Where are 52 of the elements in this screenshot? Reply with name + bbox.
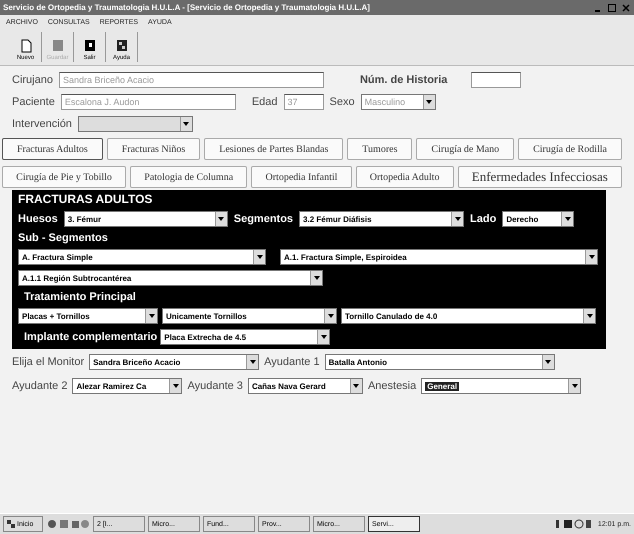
panel-title: FRACTURAS ADULTOS: [18, 192, 154, 206]
field-label: Elija el Monitor: [12, 356, 84, 368]
dropdown[interactable]: Sandra Briceño Acacio: [89, 354, 260, 370]
field-label: Ayudante 2: [12, 380, 68, 392]
dropdown[interactable]: Placa Extrecha de 4.5: [160, 329, 330, 345]
field-label: Edad: [252, 96, 278, 108]
tab[interactable]: Cirugía de Pie y Tobillo: [2, 166, 126, 188]
dropdown[interactable]: 3.2 Fémur Diáfisis: [299, 211, 464, 227]
tab[interactable]: Cirugía de Rodilla: [518, 138, 622, 160]
tab[interactable]: Ortopedia Adulto: [356, 166, 454, 188]
field-label: Ayudante 1: [264, 356, 320, 368]
maximize-icon[interactable]: [607, 2, 617, 12]
section-label: Tratamiento Principal: [23, 291, 137, 303]
field-label: Intervención: [12, 118, 72, 130]
dropdown[interactable]: Unicamente Tornillos: [162, 308, 337, 324]
window-title: Servicio de Ortopedia y Traumatologia H.U.L.A - [Servicio de Ortopedia y Traumatologia H.U.L.A]: [3, 3, 371, 12]
tray-icons[interactable]: [556, 519, 592, 529]
tab[interactable]: Enfermedades Infecciosas: [458, 166, 622, 188]
field-label: Huesos: [18, 213, 58, 225]
close-icon[interactable]: [621, 2, 631, 12]
dropdown[interactable]: Cañas Nava Gerard: [248, 378, 363, 394]
dropdown[interactable]: A.1.1 Región Subtrocantérea: [18, 270, 323, 286]
field-label: Segmentos: [234, 213, 294, 225]
tab[interactable]: Tumores: [347, 138, 412, 160]
dropdown[interactable]: Batalla Antonio: [324, 354, 555, 370]
dropdown[interactable]: Tornillo Canulado de 4.0: [341, 308, 596, 324]
field-label: Paciente: [12, 96, 55, 108]
tab[interactable]: Patologia de Columna: [130, 166, 248, 188]
field-label: Implante complementario: [24, 331, 158, 343]
dropdown[interactable]: Alezar Ramirez Ca: [72, 378, 182, 394]
dropdown[interactable]: Placas + Tornillos: [18, 308, 158, 324]
tab[interactable]: Fracturas Niños: [106, 138, 200, 160]
field-label: Cirujano: [12, 74, 53, 86]
field-label: Ayudante 3: [187, 380, 243, 392]
quick-launch-icons[interactable]: [46, 518, 90, 530]
input-field[interactable]: [471, 72, 522, 88]
tab[interactable]: Cirugía de Mano: [416, 138, 514, 160]
field-label: Núm. de Historia: [360, 74, 448, 86]
field-label: Sexo: [330, 96, 355, 108]
dropdown[interactable]: A. Fractura Simple: [18, 249, 266, 265]
tab[interactable]: Lesiones de Partes Blandas: [204, 138, 344, 160]
tab[interactable]: Ortopedia Infantil: [251, 166, 352, 188]
field-label: Anestesia: [368, 380, 416, 392]
dropdown[interactable]: General: [421, 378, 582, 394]
tab[interactable]: Fracturas Adultos: [2, 138, 103, 160]
section-label: Sub - Segmentos: [18, 232, 109, 244]
document-icon: [20, 39, 32, 53]
dropdown[interactable]: Derecho: [502, 211, 574, 227]
field-label: Lado: [470, 213, 496, 225]
windows-logo-icon: [7, 520, 15, 528]
dropdown[interactable]: 3. Fémur: [64, 211, 228, 227]
dropdown[interactable]: A.1. Fractura Simple, Espiroidea: [280, 249, 598, 265]
